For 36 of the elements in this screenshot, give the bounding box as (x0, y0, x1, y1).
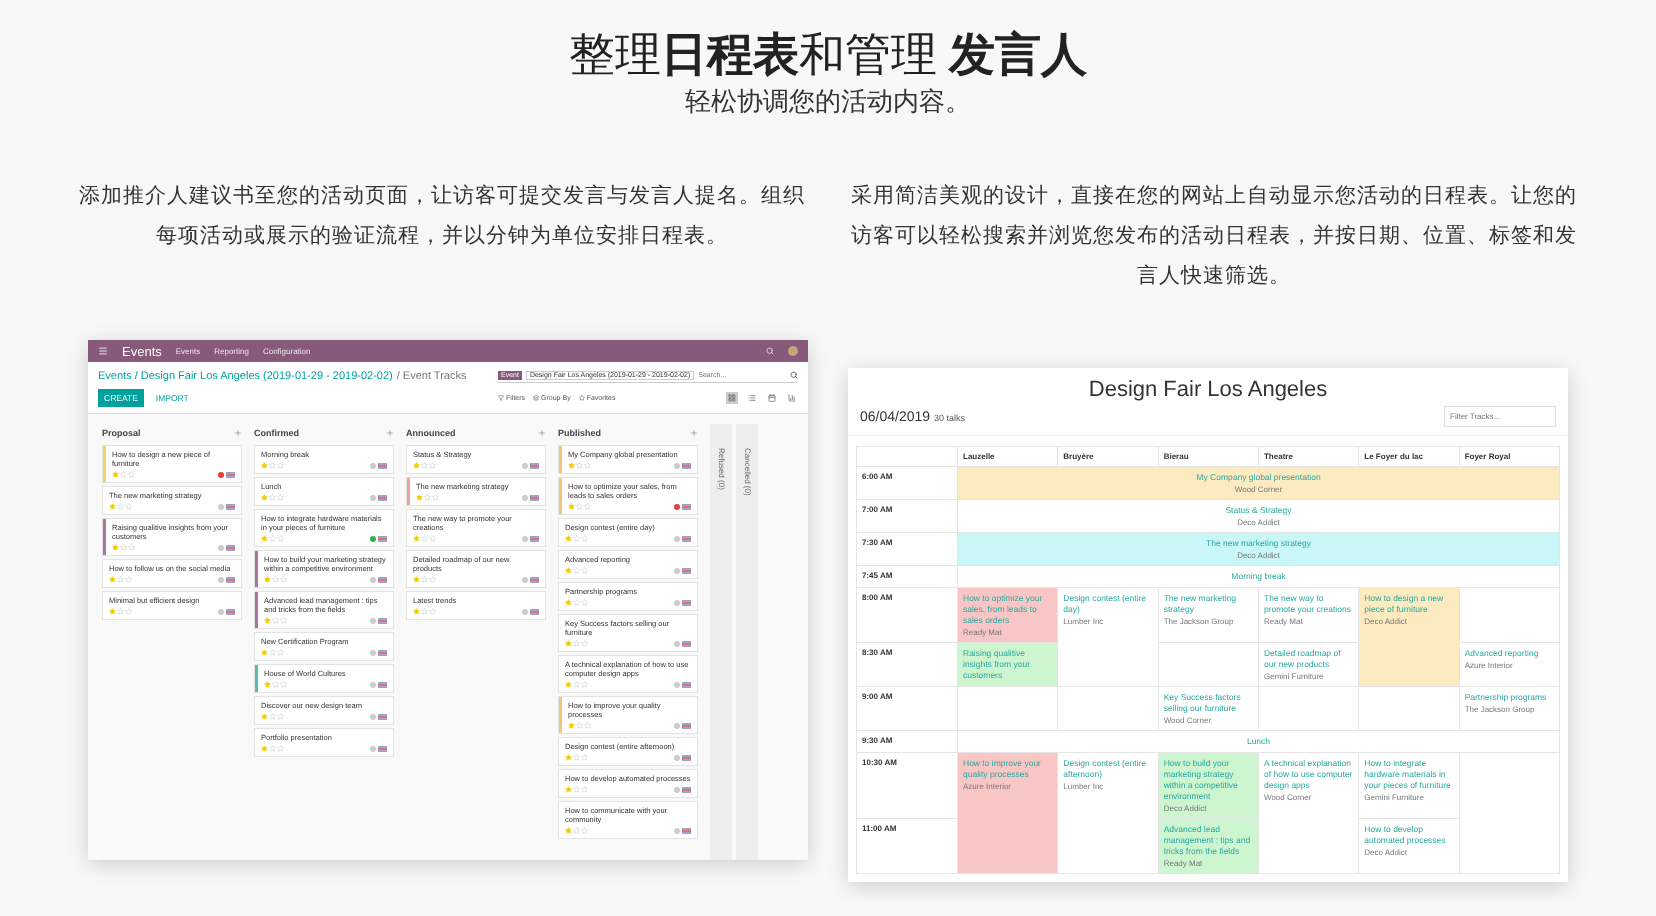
status-dot[interactable] (370, 745, 376, 752)
status-dot[interactable] (218, 608, 224, 615)
status-dot[interactable] (674, 599, 680, 606)
status-dot[interactable] (674, 462, 680, 469)
status-dot[interactable] (218, 503, 224, 510)
status-dot[interactable] (370, 576, 376, 583)
status-dot[interactable] (674, 827, 680, 834)
status-dot[interactable] (522, 535, 528, 542)
status-dot[interactable] (674, 754, 680, 761)
page-subtitle: 轻松协调您的活动内容。 (685, 84, 971, 120)
status-dot[interactable] (370, 681, 376, 688)
status-dot[interactable] (674, 722, 680, 729)
feature-text: 采用简洁美观的设计，直接在您的网站上自动显示您活动的日程表。让您的访客可以轻松搜索并浏览您发布的活动日程表，并按日期、位置、标签和发言人快速筛选。 (850, 182, 1578, 292)
status-dot[interactable] (370, 617, 376, 624)
status-dot[interactable] (674, 640, 680, 647)
status-dot[interactable] (674, 567, 680, 574)
status-dot[interactable] (370, 494, 376, 501)
status-dot[interactable] (370, 713, 376, 720)
status-dot[interactable] (522, 494, 528, 501)
status-dot[interactable] (218, 544, 224, 551)
status-dot[interactable] (218, 576, 224, 583)
status-dot[interactable] (674, 503, 680, 510)
status-dot[interactable] (370, 535, 376, 542)
status-dot[interactable] (218, 471, 224, 478)
status-dot[interactable] (522, 462, 528, 469)
status-dot[interactable] (674, 681, 680, 688)
agenda-title: Design Fair Los Angeles (1086, 376, 1330, 402)
status-dot[interactable] (370, 649, 376, 656)
status-dot[interactable] (370, 462, 376, 469)
feature-text: 添加推介人建议书至您的活动页面，让访客可提交发言与发言人提名。组织每项活动或展示的验证流程，并以分钟为单位安排日程表。 (78, 182, 806, 252)
page-title: 整理日程表和管理 发言人 (568, 26, 1088, 84)
status-dot[interactable] (674, 786, 680, 793)
view-button[interactable] (726, 392, 738, 404)
status-dot[interactable] (522, 576, 528, 583)
status-dot[interactable] (522, 608, 528, 615)
status-dot[interactable] (674, 535, 680, 542)
